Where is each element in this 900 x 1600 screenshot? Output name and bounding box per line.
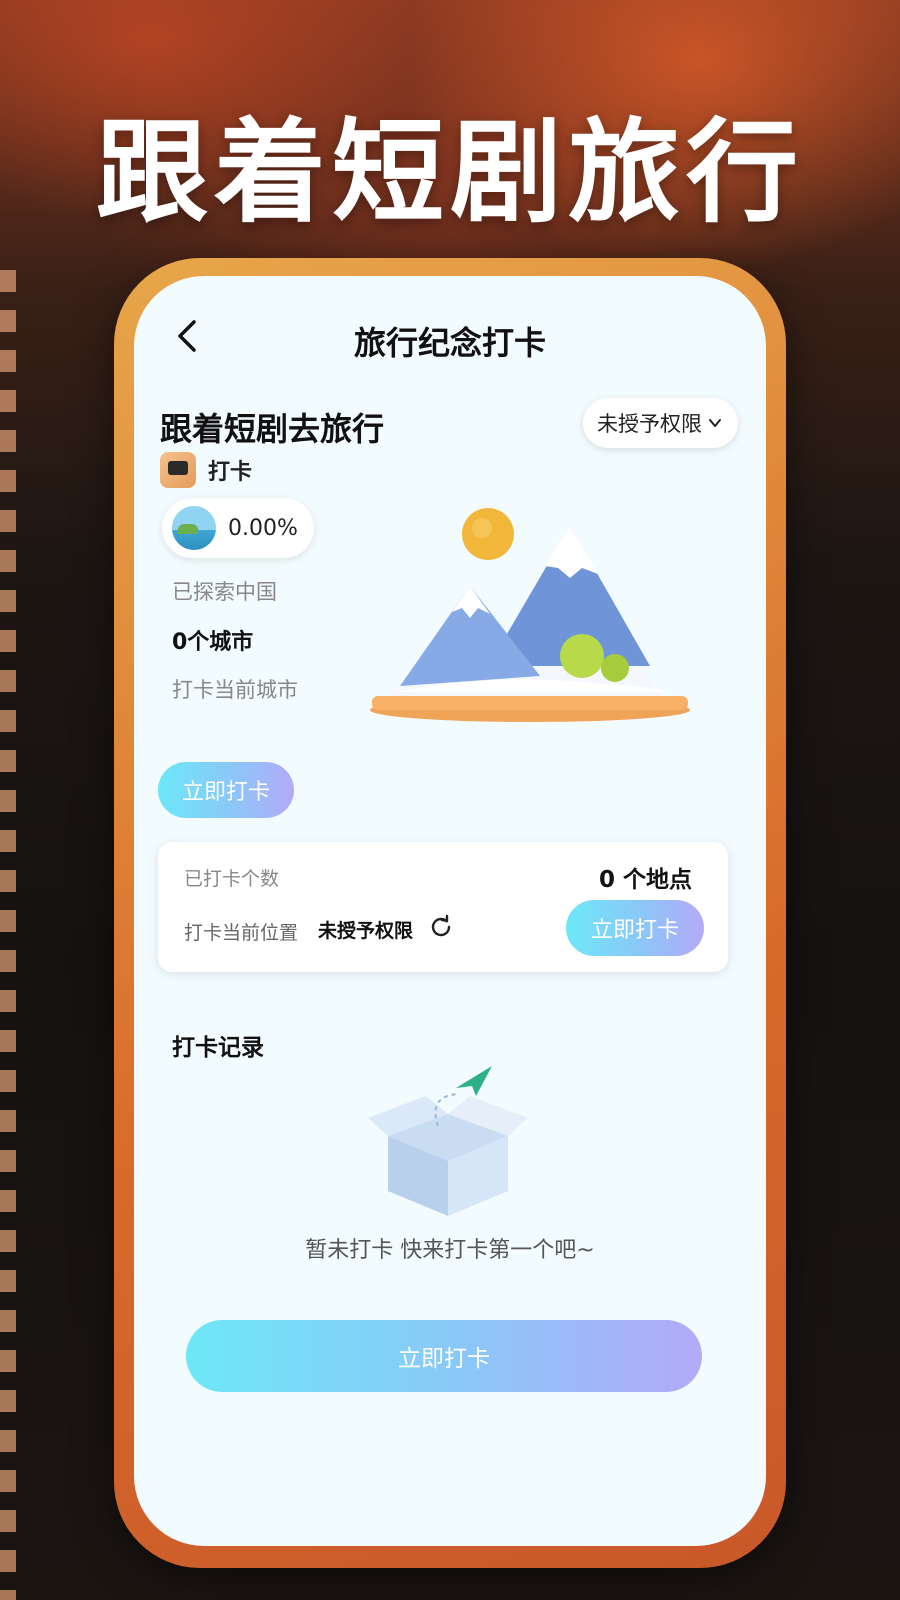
refresh-icon[interactable]	[428, 914, 454, 940]
permission-label: 未授予权限	[597, 412, 702, 436]
empty-state-text: 暂未打卡 快来打卡第一个吧~	[305, 1238, 595, 1263]
checkin-count-label: 已打卡个数	[184, 868, 280, 890]
hero-title: 跟着短剧旅行	[96, 108, 804, 238]
progress-value: 0.00%	[228, 515, 298, 541]
earth-icon	[172, 506, 216, 550]
empty-box-icon	[368, 1066, 528, 1216]
stats-card: 已打卡个数 0 个地点 打卡当前位置 未授予权限 立即打卡	[158, 842, 728, 972]
section-title: 跟着短剧去旅行	[160, 410, 385, 448]
app-screen: 旅行纪念打卡 跟着短剧去旅行 未授予权限 打卡 0.00% 已探索中国 0个城市…	[134, 276, 766, 1546]
explored-label: 已探索中国	[172, 580, 277, 604]
camera-icon	[160, 452, 196, 488]
nav-bar: 旅行纪念打卡	[134, 306, 766, 366]
current-city-label: 打卡当前城市	[172, 678, 298, 702]
mountain-illustration	[370, 508, 690, 722]
chevron-down-icon	[709, 419, 721, 427]
permission-dropdown[interactable]: 未授予权限	[583, 398, 738, 448]
film-strip-decoration	[0, 270, 16, 1600]
phone-frame: 旅行纪念打卡 跟着短剧去旅行 未授予权限 打卡 0.00% 已探索中国 0个城市…	[114, 258, 786, 1568]
checkin-label: 打卡	[208, 460, 253, 485]
checkin-now-button-top[interactable]: 立即打卡	[158, 762, 294, 818]
city-count: 0个城市	[172, 630, 254, 655]
checkin-row: 打卡	[160, 452, 252, 488]
progress-pill: 0.00%	[162, 498, 314, 558]
paper-plane-icon	[456, 1066, 492, 1096]
location-label: 打卡当前位置	[184, 922, 299, 944]
records-title: 打卡记录	[172, 1035, 264, 1061]
checkin-now-button-card[interactable]: 立即打卡	[566, 900, 704, 956]
checkin-count-value: 0 个地点	[598, 867, 692, 893]
location-permission-value: 未授予权限	[318, 920, 414, 942]
checkin-now-button-main[interactable]: 立即打卡	[186, 1320, 702, 1392]
page-title: 旅行纪念打卡	[353, 324, 546, 362]
